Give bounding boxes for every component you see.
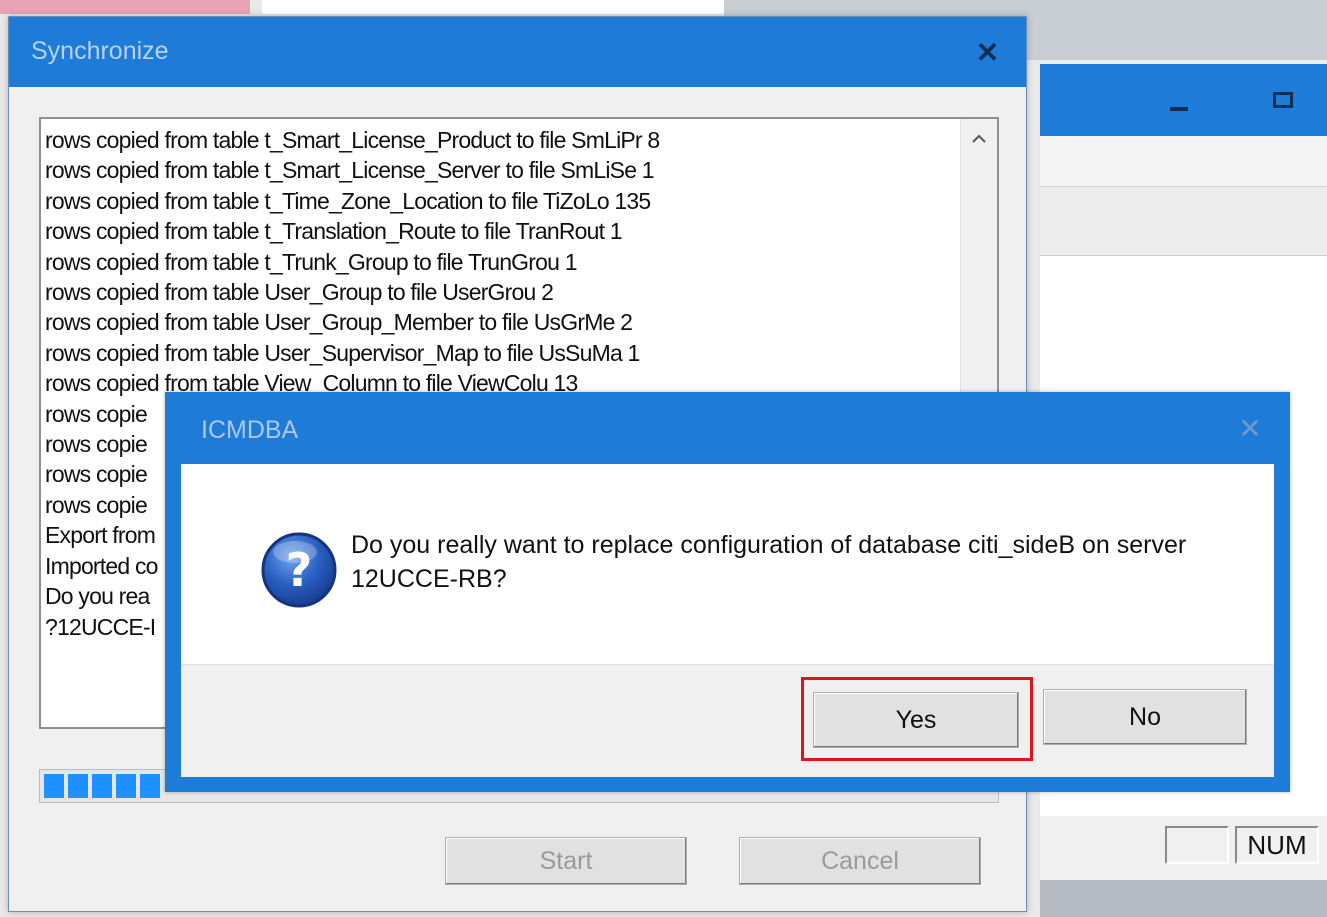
maximize-icon	[1272, 92, 1293, 108]
dialog-close-button[interactable]: ✕	[1210, 392, 1290, 464]
start-button[interactable]: Start	[445, 837, 687, 885]
log-line: rows copied from table t_Translation_Rou…	[45, 218, 623, 245]
scroll-up-button[interactable]	[961, 119, 997, 159]
dialog-message: Do you really want to replace configurat…	[351, 531, 1187, 593]
yes-button-highlight: Yes	[801, 677, 1033, 761]
minimize-button[interactable]	[1120, 64, 1238, 136]
maximize-button[interactable]	[1238, 64, 1327, 136]
synchronize-title: Synchronize	[31, 37, 169, 65]
background-window-strip	[262, 0, 724, 14]
status-cell-num: NUM	[1235, 826, 1319, 864]
background-toolbar	[1040, 187, 1327, 256]
progress-block	[116, 774, 136, 798]
dialog-button-bar: Yes No	[181, 664, 1274, 777]
close-icon: ✕	[1238, 412, 1262, 444]
progress-block	[68, 774, 88, 798]
icmdba-dialog: ICMDBA ✕ ? Do you really want to replace…	[165, 392, 1290, 792]
no-button[interactable]: No	[1043, 689, 1247, 745]
dialog-title: ICMDBA	[201, 416, 299, 444]
status-cell-empty	[1165, 826, 1229, 864]
svg-text:?: ?	[286, 543, 313, 597]
dialog-body: ? Do you really want to replace configur…	[181, 464, 1274, 664]
chevron-up-icon	[972, 134, 986, 143]
progress-block	[92, 774, 112, 798]
log-line: rows copied from table t_Smart_License_P…	[45, 127, 660, 153]
progress-block	[44, 774, 64, 798]
log-line: rows copied from table User_Supervisor_M…	[45, 339, 640, 366]
log-line: rows copied from table t_Smart_License_S…	[45, 157, 655, 184]
taskbar	[1040, 880, 1327, 917]
progress-block	[140, 774, 160, 798]
synchronize-title-bar[interactable]: Synchronize ✕	[9, 17, 1026, 87]
log-line: rows copied from table t_Trunk_Group to …	[45, 248, 578, 275]
cancel-button[interactable]: Cancel	[739, 837, 981, 885]
progress-fill	[44, 774, 160, 798]
background-window-edge	[0, 0, 250, 14]
log-line: rows copied from table User_Group_Member…	[45, 309, 633, 336]
question-icon: ?	[261, 532, 337, 608]
minimize-icon	[1170, 107, 1188, 111]
close-icon: ✕	[975, 36, 1000, 68]
log-line: rows copied from table User_Group to fil…	[45, 279, 554, 306]
log-line: rows copied from table t_Time_Zone_Locat…	[45, 187, 651, 214]
synchronize-close-button[interactable]: ✕	[949, 17, 1026, 87]
yes-button[interactable]: Yes	[813, 692, 1019, 748]
background-menu-bar	[1040, 136, 1327, 187]
